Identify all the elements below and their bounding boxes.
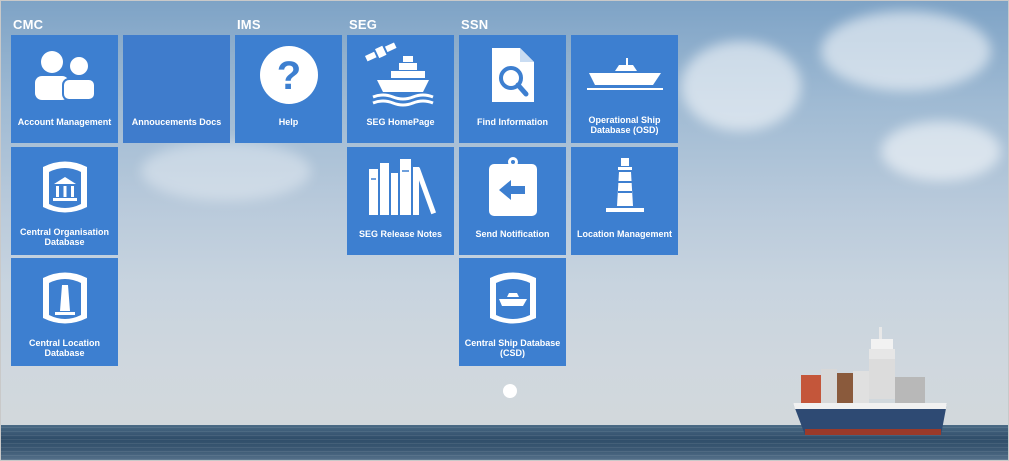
tile-find-information[interactable]: Find Information [459, 35, 566, 143]
tile-central-organisation-database[interactable]: Central Organisation Database [11, 147, 118, 255]
group-label-cmc: CMC [13, 17, 44, 32]
group-label-seg: SEG [349, 17, 378, 32]
tile-send-notification[interactable]: Send Notification [459, 147, 566, 255]
tile-seg-release-notes[interactable]: SEG Release Notes [347, 147, 454, 255]
container-ship-image [793, 327, 947, 435]
lighthouse-icon [571, 157, 678, 217]
cloud [821, 11, 991, 91]
pagination-dot[interactable] [503, 384, 517, 398]
dashboard: CMC IMS SEG SSN Account Management Annou… [0, 0, 1009, 461]
clipboard-arrow-icon [459, 157, 566, 217]
tile-location-management[interactable]: Location Management [571, 147, 678, 255]
tile-label: Account Management [17, 117, 112, 127]
users-icon [11, 45, 118, 105]
tile-label: Operational Ship Database (OSD) [588, 115, 661, 135]
boat-icon [571, 45, 678, 105]
books-icon [347, 157, 454, 217]
satellite-ship-icon [347, 42, 454, 107]
tile-label: Location Management [576, 229, 672, 239]
tile-csd[interactable]: Central Ship Database (CSD) [459, 258, 566, 366]
cloud [141, 141, 311, 201]
tile-account-management[interactable]: Account Management [11, 35, 118, 143]
tile-seg-homepage[interactable]: SEG HomePage [347, 35, 454, 143]
ship-database-icon [459, 268, 566, 328]
tile-label: Find Information [477, 117, 548, 127]
tile-help[interactable]: ? Help [235, 35, 342, 143]
tile-central-location-database[interactable]: Central Location Database [11, 258, 118, 366]
location-database-icon [11, 268, 118, 328]
document-search-icon [459, 45, 566, 105]
tile-label: Central Ship Database (CSD) [464, 338, 561, 358]
tile-label: Central Organisation Database [19, 227, 109, 247]
cloud [881, 121, 1001, 181]
svg-text:?: ? [276, 54, 300, 98]
cloud [681, 41, 801, 131]
organisation-database-icon [11, 157, 118, 217]
group-label-ims: IMS [237, 17, 261, 32]
tile-label: SEG HomePage [366, 117, 435, 127]
tile-announcements-docs[interactable]: Annoucements Docs [123, 35, 230, 143]
tile-label: SEG Release Notes [358, 229, 443, 239]
tile-osd[interactable]: Operational Ship Database (OSD) [571, 35, 678, 143]
tile-label: Central Location Database [28, 338, 100, 358]
group-label-ssn: SSN [461, 17, 489, 32]
tile-label: Send Notification [475, 229, 550, 239]
tile-label: Help [278, 117, 299, 127]
help-icon: ? [235, 45, 342, 105]
tile-label: Annoucements Docs [131, 117, 222, 127]
